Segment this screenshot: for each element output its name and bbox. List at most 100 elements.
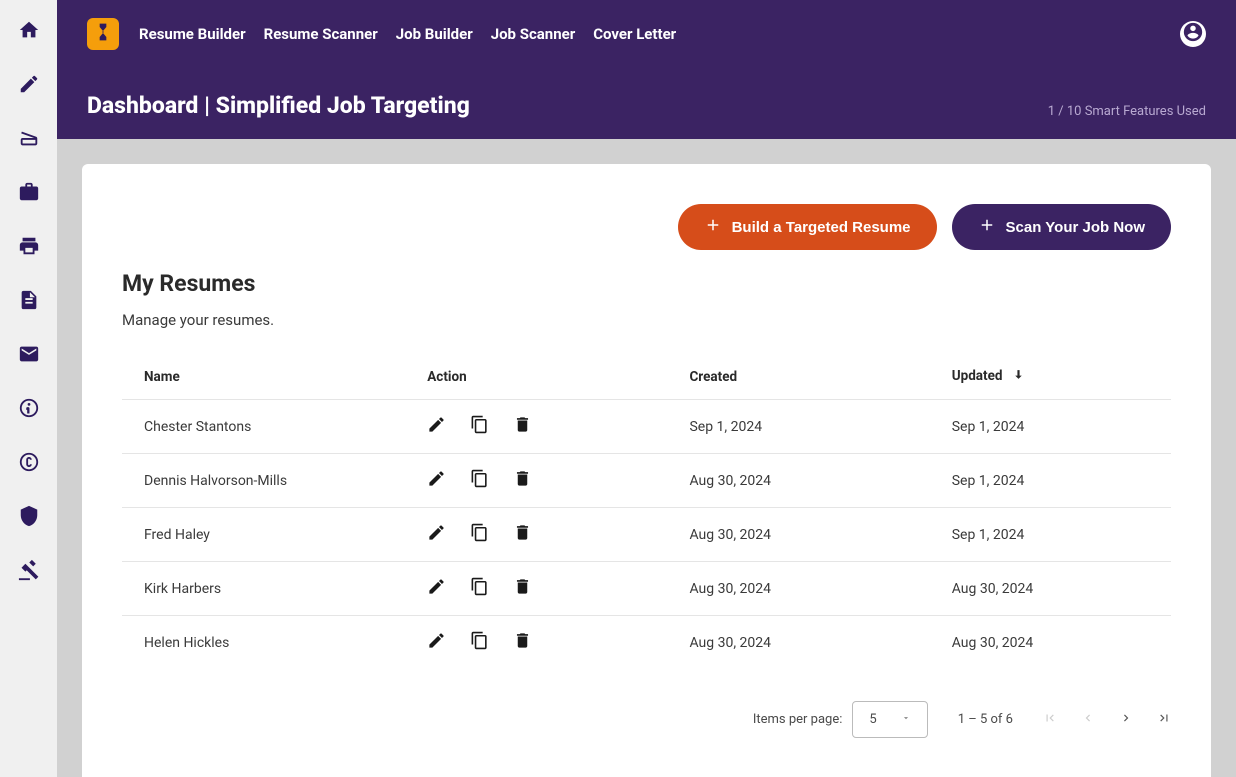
cell-name: Kirk Harbers (122, 562, 405, 616)
nav-links: Resume Builder Resume Scanner Job Builde… (139, 25, 676, 43)
col-updated[interactable]: Updated (930, 354, 1171, 400)
copy-button[interactable] (470, 631, 489, 654)
copy-icon (470, 577, 489, 600)
delete-button[interactable] (513, 631, 532, 654)
nav-job-builder[interactable]: Job Builder (396, 25, 473, 43)
briefcase-icon (18, 181, 40, 207)
sidebar-mail[interactable] (17, 344, 41, 368)
table-row: Fred Haley Aug 30, 2024 Sep 1, 2024 (122, 508, 1171, 562)
cell-name: Chester Stantons (122, 400, 405, 454)
col-updated-label: Updated (952, 368, 1003, 384)
sidebar-edit[interactable] (17, 74, 41, 98)
edit-button[interactable] (427, 577, 446, 600)
edit-button[interactable] (427, 469, 446, 492)
sidebar-document[interactable] (17, 290, 41, 314)
nav-resume-scanner[interactable]: Resume Scanner (264, 25, 378, 43)
pencil-icon (427, 577, 446, 600)
scan-job-label: Scan Your Job Now (1006, 219, 1145, 236)
build-resume-label: Build a Targeted Resume (732, 219, 911, 236)
sidebar-attribution[interactable] (17, 398, 41, 422)
delete-button[interactable] (513, 523, 532, 546)
chevron-left-icon (1081, 711, 1095, 729)
copy-icon (470, 469, 489, 492)
trash-icon (513, 523, 532, 546)
delete-button[interactable] (513, 469, 532, 492)
page-title: Dashboard | Simplified Job Targeting (87, 92, 470, 119)
delete-button[interactable] (513, 577, 532, 600)
page-size-value: 5 (869, 712, 876, 727)
shield-icon (18, 505, 40, 531)
pencil-icon (18, 73, 40, 99)
avatar[interactable] (1180, 21, 1206, 47)
pencil-icon (427, 523, 446, 546)
trash-icon (513, 469, 532, 492)
sidebar-gavel[interactable] (17, 560, 41, 584)
plus-icon (704, 216, 722, 238)
nav-job-scanner[interactable]: Job Scanner (491, 25, 576, 43)
items-per-page-label: Items per page: (753, 712, 843, 727)
cell-action (405, 400, 667, 454)
cell-action (405, 454, 667, 508)
mail-icon (18, 343, 40, 369)
copy-button[interactable] (470, 523, 489, 546)
scan-job-button[interactable]: Scan Your Job Now (952, 204, 1171, 250)
cell-name: Dennis Halvorson-Mills (122, 454, 405, 508)
sidebar (0, 0, 57, 777)
trash-icon (513, 415, 532, 438)
gavel-icon (18, 559, 40, 585)
print-icon (18, 235, 40, 261)
table-row: Kirk Harbers Aug 30, 2024 Aug 30, 2024 (122, 562, 1171, 616)
pencil-icon (427, 415, 446, 438)
sidebar-briefcase[interactable] (17, 182, 41, 206)
build-resume-button[interactable]: Build a Targeted Resume (678, 204, 937, 250)
last-page-icon (1157, 711, 1171, 729)
sidebar-print[interactable] (17, 236, 41, 260)
copy-icon (470, 523, 489, 546)
edit-button[interactable] (427, 523, 446, 546)
cell-action (405, 562, 667, 616)
page-first-button[interactable] (1043, 711, 1057, 729)
sidebar-home[interactable] (17, 20, 41, 44)
delete-button[interactable] (513, 415, 532, 438)
first-page-icon (1043, 711, 1057, 729)
cell-updated: Sep 1, 2024 (930, 508, 1171, 562)
sidebar-copyright[interactable] (17, 452, 41, 476)
resumes-table: Name Action Created Updated Chester Stan… (122, 354, 1171, 669)
cell-updated: Aug 30, 2024 (930, 562, 1171, 616)
page-prev-button[interactable] (1081, 711, 1095, 729)
header: Resume Builder Resume Scanner Job Builde… (57, 0, 1236, 139)
col-name: Name (122, 354, 405, 400)
copy-button[interactable] (470, 469, 489, 492)
copy-icon (470, 415, 489, 438)
cell-updated: Aug 30, 2024 (930, 616, 1171, 670)
smart-features-used: 1 / 10 Smart Features Used (1048, 104, 1206, 119)
cell-created: Sep 1, 2024 (667, 400, 929, 454)
nav-resume-builder[interactable]: Resume Builder (139, 25, 246, 43)
nav-cover-letter[interactable]: Cover Letter (593, 25, 676, 43)
sidebar-shield[interactable] (17, 506, 41, 530)
pagination: Items per page: 5 1 – 5 of 6 (122, 689, 1171, 750)
table-row: Dennis Halvorson-Mills Aug 30, 2024 Sep … (122, 454, 1171, 508)
edit-button[interactable] (427, 415, 446, 438)
trash-icon (513, 631, 532, 654)
col-created: Created (667, 354, 929, 400)
trash-icon (513, 577, 532, 600)
page-range: 1 – 5 of 6 (958, 712, 1013, 727)
user-icon (1182, 21, 1204, 47)
cell-created: Aug 30, 2024 (667, 508, 929, 562)
logo[interactable] (87, 18, 119, 50)
copy-button[interactable] (470, 577, 489, 600)
page-next-button[interactable] (1119, 711, 1133, 729)
page-last-button[interactable] (1157, 711, 1171, 729)
sidebar-scanner[interactable] (17, 128, 41, 152)
copy-button[interactable] (470, 415, 489, 438)
attribution-icon (18, 397, 40, 423)
cell-updated: Sep 1, 2024 (930, 400, 1171, 454)
main-area: Resume Builder Resume Scanner Job Builde… (57, 0, 1236, 777)
page-size-select[interactable]: 5 (852, 701, 927, 738)
edit-button[interactable] (427, 631, 446, 654)
content: Build a Targeted Resume Scan Your Job No… (57, 139, 1236, 777)
cell-updated: Sep 1, 2024 (930, 454, 1171, 508)
col-action: Action (405, 354, 667, 400)
table-row: Chester Stantons Sep 1, 2024 Sep 1, 2024 (122, 400, 1171, 454)
